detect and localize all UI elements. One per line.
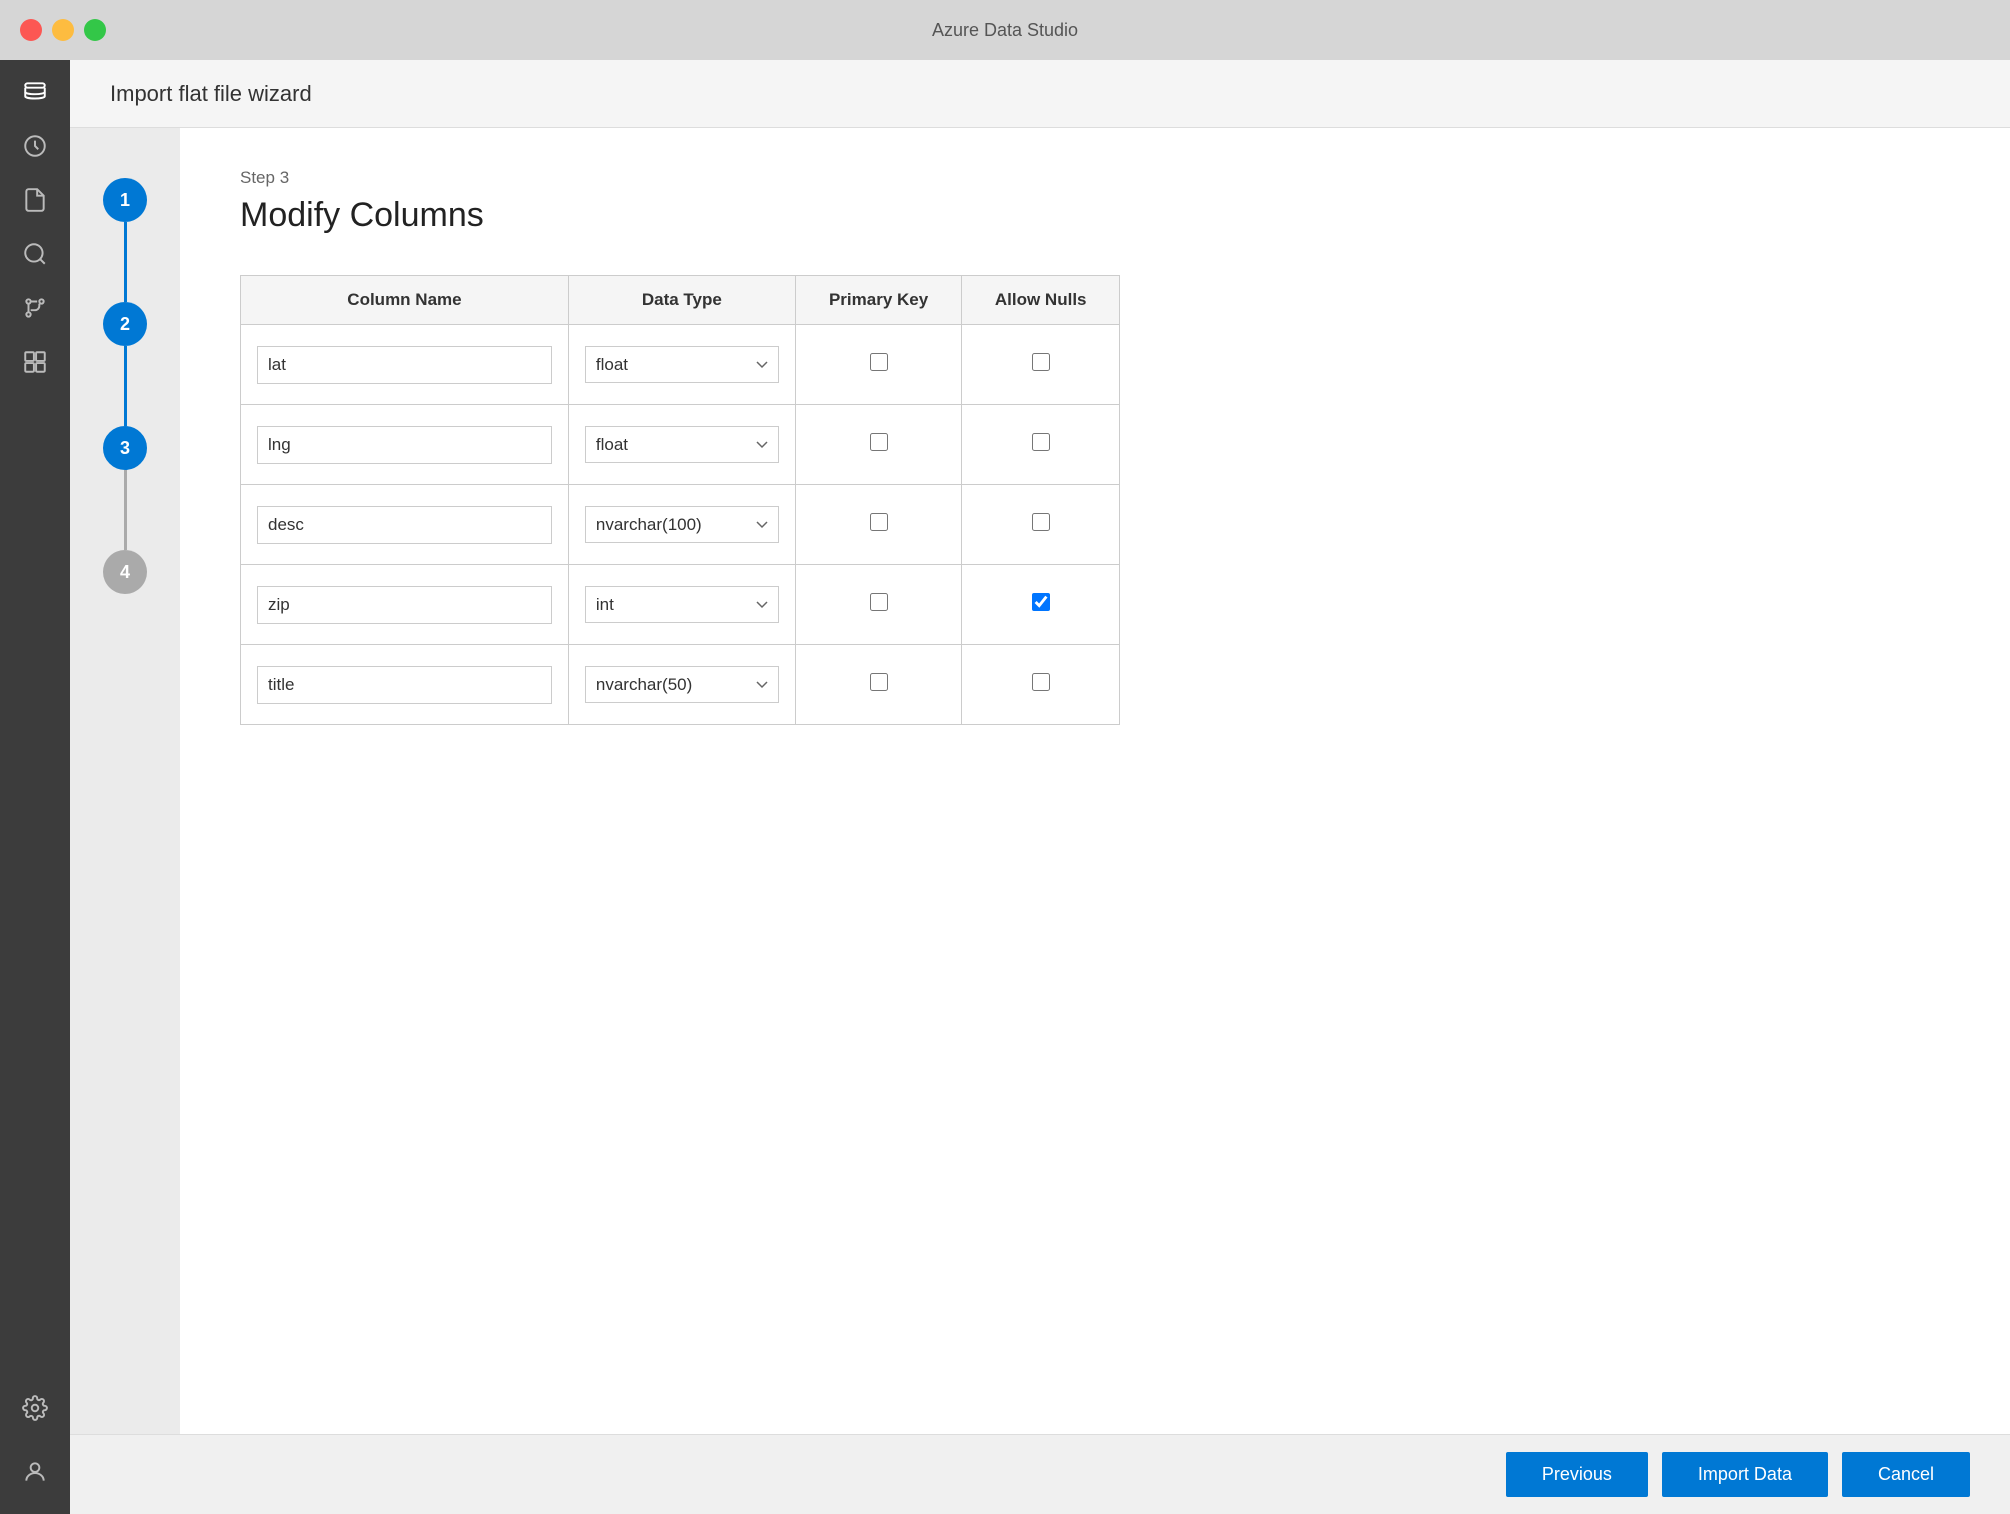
step-2: 2 [103,302,147,426]
sidebar-item-database[interactable] [13,70,57,114]
columns-table: Column Name Data Type Primary Key Allow … [240,275,1120,725]
column-name-input[interactable] [257,506,552,544]
content: 1 2 3 4 Step 3 Modify Columns [70,128,2010,1434]
primary-key-cell [795,325,962,405]
column-name-input[interactable] [257,426,552,464]
col-name-cell [241,645,569,725]
app-body: Import flat file wizard 1 2 3 4 [0,60,2010,1514]
allow-nulls-checkbox[interactable] [1032,353,1050,371]
primary-key-cell [795,405,962,485]
cancel-button[interactable]: Cancel [1842,1452,1970,1497]
primary-key-checkbox[interactable] [870,673,888,691]
allow-nulls-cell [962,405,1120,485]
sidebar-item-settings[interactable] [13,1386,57,1430]
step-1-circle: 1 [103,178,147,222]
primary-key-checkbox[interactable] [870,353,888,371]
footer: Previous Import Data Cancel [70,1434,2010,1514]
col-header-allownulls: Allow Nulls [962,276,1120,325]
wizard-title: Import flat file wizard [110,81,312,107]
col-name-cell [241,325,569,405]
table-row: floatintnvarchar(50)nvarchar(100)nvarcha… [241,485,1120,565]
step-2-circle: 2 [103,302,147,346]
table-row: floatintnvarchar(50)nvarchar(100)nvarcha… [241,325,1120,405]
minimize-button[interactable] [52,19,74,41]
primary-key-checkbox[interactable] [870,593,888,611]
step-heading: Modify Columns [240,196,1950,235]
col-datatype-cell: floatintnvarchar(50)nvarchar(100)nvarcha… [568,485,795,565]
title-bar: Azure Data Studio [0,0,2010,60]
column-name-input[interactable] [257,346,552,384]
wizard-content: Step 3 Modify Columns Column Name Data T… [180,128,2010,1434]
window-controls [20,19,106,41]
step-4-circle: 4 [103,550,147,594]
col-datatype-cell: floatintnvarchar(50)nvarchar(100)nvarcha… [568,405,795,485]
sidebar-item-history[interactable] [13,124,57,168]
data-type-select[interactable]: floatintnvarchar(50)nvarchar(100)nvarcha… [585,346,779,383]
allow-nulls-cell [962,485,1120,565]
col-name-cell [241,565,569,645]
allow-nulls-checkbox[interactable] [1032,673,1050,691]
col-datatype-cell: floatintnvarchar(50)nvarchar(100)nvarcha… [568,645,795,725]
col-header-name: Column Name [241,276,569,325]
app-title: Azure Data Studio [932,20,1078,41]
primary-key-checkbox[interactable] [870,433,888,451]
data-type-select[interactable]: floatintnvarchar(50)nvarchar(100)nvarcha… [585,586,779,623]
maximize-button[interactable] [84,19,106,41]
allow-nulls-checkbox[interactable] [1032,433,1050,451]
step-line-3-4 [124,470,127,550]
step-4: 4 [103,550,147,594]
sidebar [0,60,70,1514]
allow-nulls-cell [962,325,1120,405]
data-type-select[interactable]: floatintnvarchar(50)nvarchar(100)nvarcha… [585,426,779,463]
header-bar: Import flat file wizard [70,60,2010,128]
col-header-datatype: Data Type [568,276,795,325]
table-row: floatintnvarchar(50)nvarchar(100)nvarcha… [241,645,1120,725]
sidebar-item-account[interactable] [13,1450,57,1494]
sidebar-item-extensions[interactable] [13,340,57,384]
allow-nulls-cell [962,565,1120,645]
table-row: floatintnvarchar(50)nvarchar(100)nvarcha… [241,565,1120,645]
col-name-cell [241,405,569,485]
col-name-cell [241,485,569,565]
step-line-2-3 [124,346,127,426]
step-3-circle: 3 [103,426,147,470]
sidebar-item-search[interactable] [13,232,57,276]
allow-nulls-checkbox[interactable] [1032,513,1050,531]
sidebar-item-git[interactable] [13,286,57,330]
stepper: 1 2 3 4 [70,128,180,1434]
step-1: 1 [103,178,147,302]
previous-button[interactable]: Previous [1506,1452,1648,1497]
primary-key-cell [795,485,962,565]
import-data-button[interactable]: Import Data [1662,1452,1828,1497]
sidebar-bottom [13,1386,57,1514]
data-type-select[interactable]: floatintnvarchar(50)nvarchar(100)nvarcha… [585,506,779,543]
primary-key-checkbox[interactable] [870,513,888,531]
sidebar-item-file[interactable] [13,178,57,222]
column-name-input[interactable] [257,586,552,624]
col-datatype-cell: floatintnvarchar(50)nvarchar(100)nvarcha… [568,325,795,405]
data-type-select[interactable]: floatintnvarchar(50)nvarchar(100)nvarcha… [585,666,779,703]
close-button[interactable] [20,19,42,41]
step-label: Step 3 [240,168,1950,188]
allow-nulls-cell [962,645,1120,725]
column-name-input[interactable] [257,666,552,704]
table-row: floatintnvarchar(50)nvarchar(100)nvarcha… [241,405,1120,485]
primary-key-cell [795,645,962,725]
step-line-1-2 [124,222,127,302]
col-header-primarykey: Primary Key [795,276,962,325]
col-datatype-cell: floatintnvarchar(50)nvarchar(100)nvarcha… [568,565,795,645]
allow-nulls-checkbox[interactable] [1032,593,1050,611]
step-3: 3 [103,426,147,550]
primary-key-cell [795,565,962,645]
main-area: Import flat file wizard 1 2 3 4 [70,60,2010,1514]
